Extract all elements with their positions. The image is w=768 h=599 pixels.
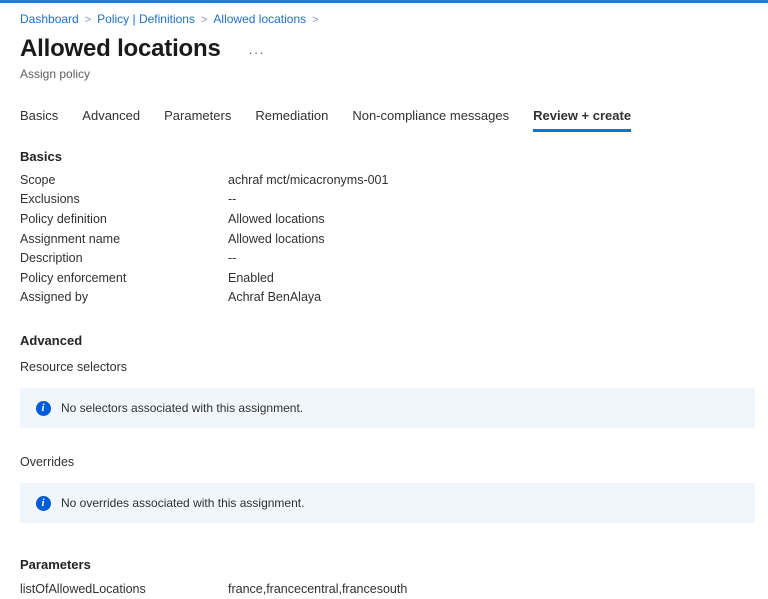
tab-parameters[interactable]: Parameters [164,108,231,132]
field-value: -- [228,192,237,207]
tab-remediation[interactable]: Remediation [255,108,328,132]
field-row-assigned-by: Assigned by Achraf BenAlaya [20,288,755,308]
breadcrumb-separator: > [312,14,319,26]
breadcrumb-link-allowed-locations[interactable]: Allowed locations [213,12,306,26]
field-label: Policy definition [20,211,107,226]
field-row-list-of-allowed-locations: listOfAllowedLocations france,francecent… [20,579,755,599]
tab-review-create[interactable]: Review + create [533,108,632,132]
parameters-section-heading: Parameters [20,557,91,573]
field-row-exclusions: Exclusions -- [20,190,755,210]
field-value: Allowed locations [228,211,325,226]
basics-section-heading: Basics [20,149,62,164]
tab-advanced[interactable]: Advanced [82,108,140,132]
field-row-assignment-name: Assignment name Allowed locations [20,229,755,249]
parameters-section: Parameters listOfAllowedLocations france… [20,557,755,599]
breadcrumb: Dashboard > Policy | Definitions > Allowed l… [20,12,755,26]
info-icon: i [36,495,51,511]
no-overrides-banner-text: No overrides associated with this assign… [61,496,305,511]
parameters-rows: listOfAllowedLocations france,francecent… [20,579,755,599]
overrides-label: Overrides [20,455,75,470]
breadcrumb-link-dashboard[interactable]: Dashboard [20,12,79,26]
field-row-description: Description -- [20,248,755,268]
title-row: Allowed locations ... [20,35,755,63]
field-label: Description [20,251,83,266]
advanced-section-heading: Advanced [20,333,83,349]
basics-section: Basics Scope achraf mct/micacronyms-001 … [20,149,755,307]
field-value: Allowed locations [228,231,325,246]
tab-non-compliance-messages[interactable]: Non-compliance messages [352,108,509,132]
field-value: france,francecentral,francesouth [228,581,408,596]
field-value: Achraf BenAlaya [228,290,322,305]
no-selectors-banner-text: No selectors associated with this assign… [61,401,304,416]
breadcrumb-separator: > [200,14,208,26]
field-label: Exclusions [20,192,80,207]
basics-rows: Scope achraf mct/micacronyms-001 Exclusi… [20,170,755,307]
page-subtitle: Assign policy [20,67,91,81]
tab-bar: Basics Advanced Parameters Remediation N… [20,108,755,132]
resource-selectors-label: Resource selectors [20,360,127,375]
no-overrides-info-banner: i No overrides associated with this assi… [20,483,755,524]
field-value: Enabled [228,270,274,285]
field-label: Policy enforcement [20,270,127,285]
tab-basics[interactable]: Basics [20,108,58,132]
page-title: Allowed locations [20,35,221,62]
field-value: -- [228,251,237,266]
no-selectors-info-banner: i No selectors associated with this assi… [20,388,755,429]
field-label: Assigned by [20,290,89,305]
field-row-scope: Scope achraf mct/micacronyms-001 [20,170,755,190]
field-value: achraf mct/micacronyms-001 [228,172,389,187]
page-content: Dashboard > Policy | Definitions > Allowed l… [0,3,768,599]
field-label: Assignment name [20,231,121,246]
field-label: Scope [20,172,56,187]
breadcrumb-link-policy-definitions[interactable]: Policy | Definitions [97,12,195,26]
field-row-policy-definition: Policy definition Allowed locations [20,209,755,229]
breadcrumb-separator: > [84,14,92,26]
field-row-policy-enforcement: Policy enforcement Enabled [20,268,755,288]
field-label: listOfAllowedLocations [20,581,146,596]
more-options-button[interactable]: ... [247,43,268,56]
info-icon: i [36,400,51,416]
advanced-section: Advanced Resource selectors i No selecto… [20,333,755,524]
